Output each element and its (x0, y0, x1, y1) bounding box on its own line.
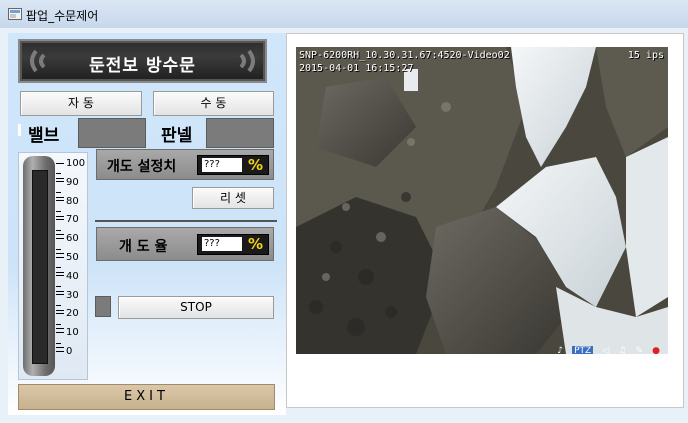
setpoint-panel: 개도 설정치 ??? % (96, 149, 274, 180)
app-icon (8, 8, 22, 20)
gauge-minor-tick (56, 342, 61, 344)
setpoint-label: 개도 설정치 (107, 159, 177, 175)
ptz-icon: PTZ (572, 346, 594, 354)
gauge-scale: 100 90 80 70 60 50 40 30 20 10 0 (56, 158, 90, 370)
stop-button[interactable]: STOP (118, 296, 274, 319)
valve-status-indicator (78, 118, 146, 148)
gauge-minor-tick (56, 267, 61, 269)
gauge-level-bar (32, 170, 48, 364)
gauge-tick-label: 20 (56, 308, 79, 319)
video-overlay-camera-id: SNP-6200RH_10.30.31.67:4520-Video02 (299, 50, 510, 61)
gauge-tick-label: 70 (56, 214, 79, 225)
auto-mode-button[interactable]: 자 동 (20, 91, 142, 116)
reset-button[interactable]: 리 셋 (192, 187, 274, 209)
opening-rate-label: 개 도 율 (119, 239, 168, 255)
gauge-minor-tick (56, 323, 61, 325)
video-status-icons: ♪ PTZ ◁ ♫ ✎ ● (553, 338, 660, 354)
gate-title-banner: 둔전보 방수문 (18, 39, 267, 83)
gauge-tick-label: 90 (56, 177, 79, 188)
opening-rate-field: ??? % (197, 234, 269, 255)
setpoint-unit: % (247, 156, 263, 174)
speaker-icon: ◁ (602, 346, 610, 354)
manual-mode-button[interactable]: 수 동 (153, 91, 274, 116)
signal-waves-icon (239, 49, 255, 73)
video-overlay-fps: 15 ips (627, 50, 664, 61)
panel-status-indicator (206, 118, 274, 148)
gauge-tick-label: 40 (56, 271, 79, 282)
gauge-minor-tick (56, 229, 61, 231)
opening-rate-panel: 개 도 율 ??? % (96, 227, 274, 261)
gauge-tick-label: 80 (56, 196, 79, 207)
gauge-minor-tick (56, 248, 61, 250)
mic-icon: ♪ (557, 346, 564, 354)
gauge-minor-tick (56, 192, 61, 194)
setpoint-field[interactable]: ??? % (197, 155, 269, 175)
gauge-minor-tick (56, 305, 61, 306)
window-title: 팝업_수문제어 (26, 9, 99, 23)
gauge-tick-label: 0 (56, 346, 72, 357)
wrench-icon: ✎ (635, 346, 644, 354)
gauge-tick-label: 60 (56, 233, 79, 244)
camera-video-feed[interactable]: SNP-6200RH_10.30.31.67:4520-Video02 2015… (296, 47, 668, 354)
opening-rate-value: ??? (202, 237, 242, 251)
opening-rate-unit: % (247, 235, 263, 253)
record-icon: ● (652, 346, 660, 354)
gauge-tick-label: 10 (56, 327, 79, 338)
marker (18, 124, 21, 136)
gauge-tick-label: 50 (56, 252, 79, 263)
divider (95, 220, 277, 222)
gauge-tick-label: 30 (56, 290, 79, 301)
gauge-minor-tick (56, 211, 61, 212)
video-overlay-timestamp: 2015-04-01 16:15:27 (299, 63, 414, 74)
gauge-tick-label: 100 (56, 158, 85, 169)
panel-label: 판넬 (161, 126, 193, 146)
stop-indicator (95, 296, 111, 317)
bell-icon: ♫ (618, 346, 627, 354)
gauge-minor-tick (56, 286, 61, 288)
window-titlebar: 팝업_수문제어 (0, 0, 688, 29)
valve-label: 밸브 (28, 126, 60, 146)
camera-scene-image (296, 47, 668, 354)
gauge-minor-tick (56, 173, 61, 175)
setpoint-value[interactable]: ??? (202, 158, 242, 172)
exit-button[interactable]: EXIT (18, 384, 275, 410)
